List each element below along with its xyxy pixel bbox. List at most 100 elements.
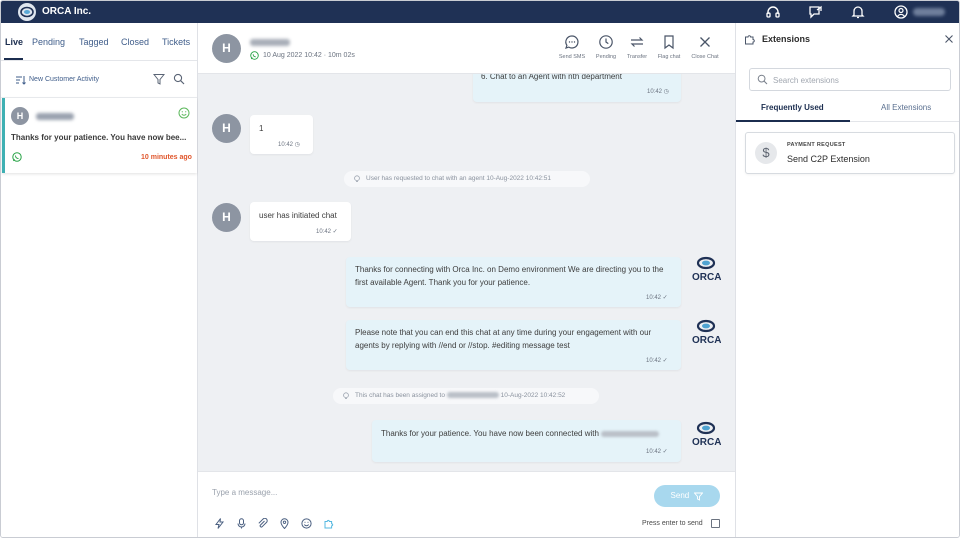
agent-name-redacted [446,392,499,399]
whatsapp-icon [250,51,259,60]
action-label: Transfer [626,54,648,60]
message-time: 10:42 ✓ [646,358,668,364]
lightning-icon[interactable] [214,518,225,529]
pending-button[interactable]: Pending [589,34,623,68]
chat-bubble-icon [565,35,579,49]
extension-search-input[interactable] [773,73,943,87]
orca-agent-logo-icon: ORCA [692,319,721,346]
tab-tagged[interactable]: Tagged [79,37,109,47]
lightbulb-icon [343,392,349,399]
tab-frequently-used[interactable]: Frequently Used [761,103,824,112]
whatsapp-icon [12,152,22,162]
extension-search [749,68,951,91]
action-label: Send SMS [558,54,586,60]
action-label: Pending [595,54,617,60]
extensions-icon[interactable] [323,518,334,529]
message-bubble-outgoing: Please note that you can end this chat a… [346,320,681,370]
conversation-item[interactable]: H Thanks for your patience. You have now… [2,98,197,173]
press-enter-label: Press enter to send [642,520,703,527]
close-icon[interactable] [944,34,954,44]
message-text: 6. Chat to an Agent with nth department [481,74,622,81]
conversation-time: 10 minutes ago [141,154,192,161]
customer-name-redacted [36,113,74,120]
lightbulb-icon [354,175,360,182]
share-chat-icon[interactable] [808,4,824,20]
extension-category: PAYMENT REQUEST [787,142,846,148]
filter-icon[interactable] [153,73,165,85]
extensions-title: Extensions [762,34,811,44]
message-input[interactable] [212,484,632,500]
transfer-button[interactable]: Transfer [620,34,654,68]
message-time: 10:42 ✓ [646,449,668,455]
bell-icon[interactable] [850,4,866,20]
chat-meta: 10 Aug 2022 10:42 · 10m 02s [263,52,355,59]
avatar: H [212,114,241,143]
send-icon [693,492,704,501]
chat-panel: H 10 Aug 2022 10:42 · 10m 02s Send SMS P… [198,23,735,537]
location-pin-icon[interactable] [279,518,290,529]
sort-bar: New Customer Activity [1,62,197,98]
system-message-time: 10-Aug-2022 10:42:52 [500,392,566,399]
extension-card-c2p[interactable]: $ PAYMENT REQUEST Send C2P Extension [745,132,955,174]
message-composer: Send Press enter to send [198,471,735,537]
message-bubble-outgoing: 6. Chat to an Agent with nth department … [473,74,681,102]
close-chat-button[interactable]: Close Chat [688,34,722,68]
dollar-icon: $ [755,142,777,164]
flag-chat-button[interactable]: Flag chat [652,34,686,68]
app-window: ORCA Inc. Live Pending Tagged Closed Tic… [0,0,960,538]
conversation-list-panel: Live Pending Tagged Closed Tickets New C… [1,23,198,537]
customer-name-redacted [250,39,290,46]
attachment-icon[interactable] [257,518,268,529]
active-tab-indicator [4,58,23,60]
conversation-preview: Thanks for your patience. You have now b… [11,133,187,142]
svg-text:ORCA: ORCA [692,272,721,283]
message-time: 10:42 ◷ [278,142,300,148]
send-button[interactable]: Send [654,485,720,507]
agent-name-redacted [601,430,660,437]
send-label: Send [670,491,690,500]
puzzle-icon [745,35,755,45]
sort-icon[interactable] [15,75,26,85]
svg-text:ORCA: ORCA [692,437,721,448]
tab-live[interactable]: Live [5,37,23,47]
tab-tickets[interactable]: Tickets [162,37,190,47]
active-tab-indicator [736,120,850,122]
tab-pending[interactable]: Pending [32,37,65,47]
send-sms-button[interactable]: Send SMS [555,34,589,68]
avatar: H [212,34,241,63]
search-icon [757,74,768,85]
svg-text:ORCA: ORCA [692,335,721,346]
sort-label[interactable]: New Customer Activity [29,76,99,83]
tab-closed[interactable]: Closed [121,37,149,47]
brand-name: ORCA Inc. [42,6,92,17]
message-text: 1 [259,124,264,133]
conversation-tabs: Live Pending Tagged Closed Tickets [1,23,197,61]
message-bubble-outgoing: Thanks for connecting with Orca Inc. on … [346,257,681,307]
message-bubble-incoming: 1 10:42 ◷ [250,115,313,154]
orca-agent-logo-icon: ORCA [692,421,721,448]
message-bubble-outgoing: Thanks for your patience. You have now b… [372,420,681,462]
tab-all-extensions[interactable]: All Extensions [881,103,931,112]
emoji-icon[interactable] [301,518,312,529]
extensions-panel: Extensions Frequently Used All Extension… [735,23,959,537]
microphone-icon[interactable] [236,518,247,529]
system-message-text: User has requested to chat with an agent… [366,175,552,182]
bookmark-icon [664,35,674,50]
orca-logo-icon[interactable] [18,3,36,21]
close-icon [700,37,710,47]
action-label: Close Chat [691,54,719,60]
message-list[interactable]: 6. Chat to an Agent with nth department … [198,74,735,471]
headset-icon[interactable] [765,4,781,20]
system-message: User has requested to chat with an agent… [344,171,590,187]
press-enter-checkbox[interactable] [711,519,720,528]
clock-icon [599,35,613,49]
message-text: Thanks for connecting with Orca Inc. on … [355,265,664,287]
orca-agent-logo-icon: ORCA [692,256,721,283]
message-text: Please note that you can end this chat a… [355,328,652,350]
search-icon[interactable] [173,73,185,85]
message-text: user has initiated chat [259,211,337,220]
user-avatar-icon[interactable] [893,4,909,20]
message-time: 10:42 ◷ [647,89,669,95]
smile-icon [178,107,190,119]
chat-header: H 10 Aug 2022 10:42 · 10m 02s Send SMS P… [198,23,735,74]
